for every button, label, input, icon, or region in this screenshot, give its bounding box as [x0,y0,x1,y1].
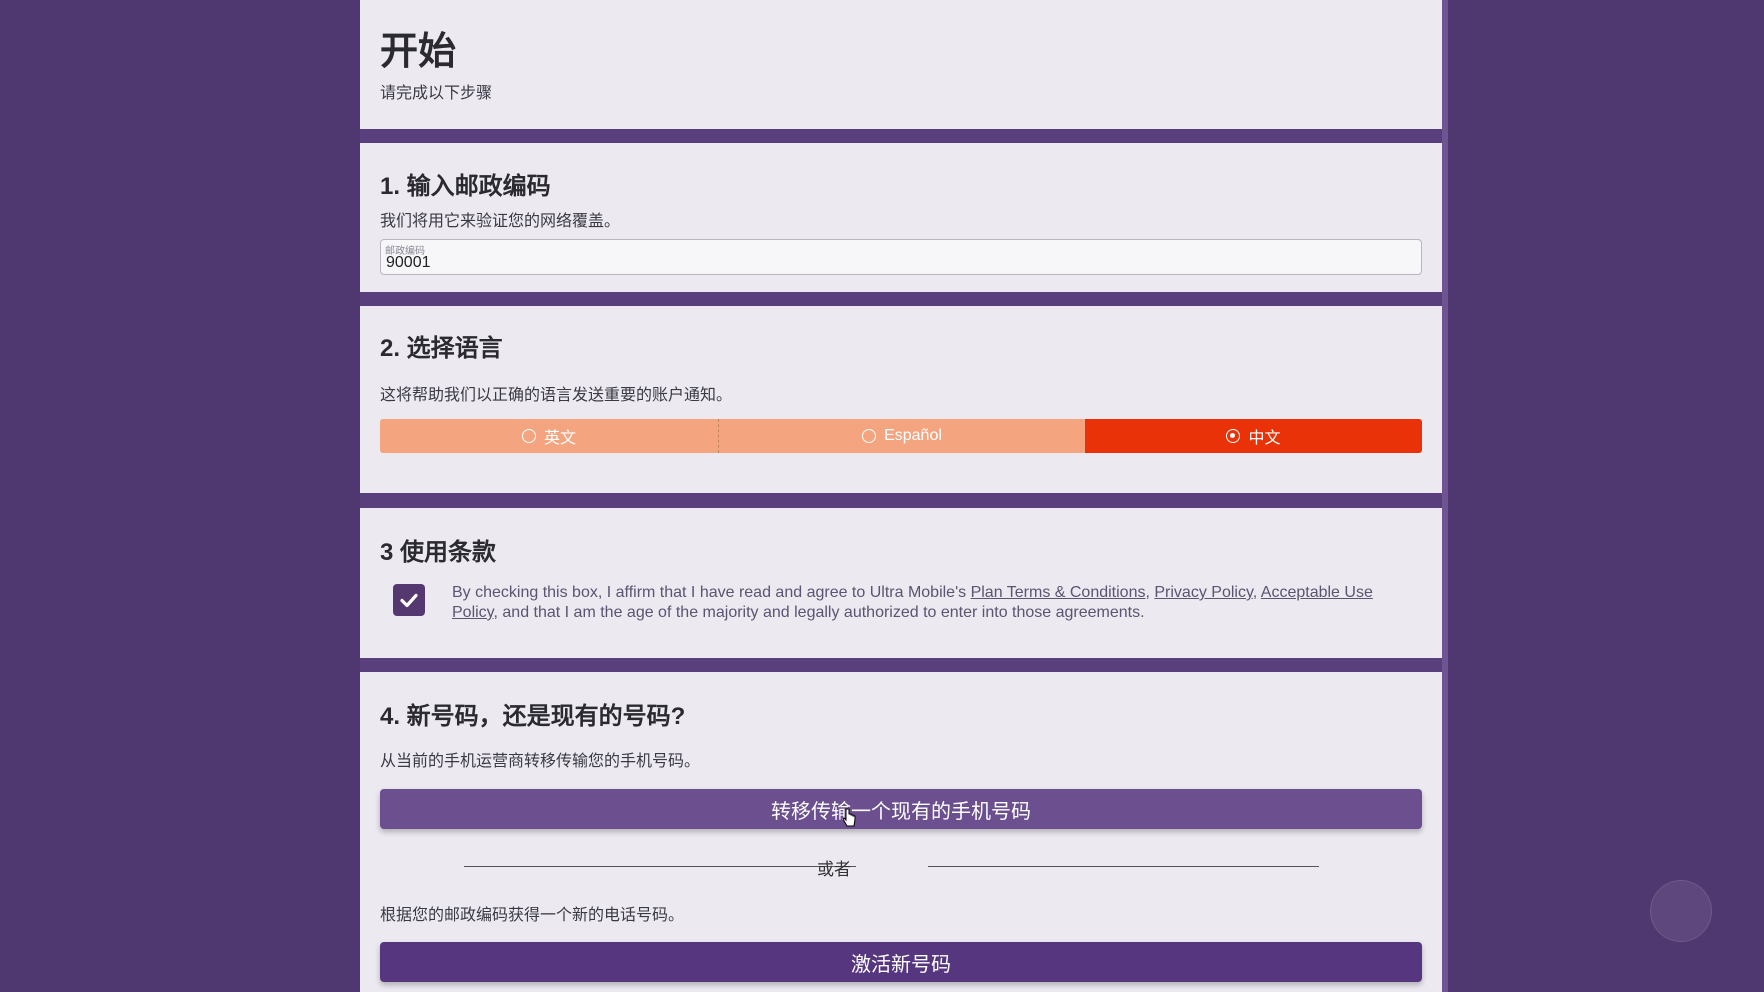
language-label: Español [884,427,942,444]
terms-text-part: , and that I am the age of the majority … [493,604,1145,621]
step3-card: 3 使用条款 By checking this box, I affirm th… [360,508,1442,658]
step4-title: 4. 新号码，还是现有的号码? [380,703,686,730]
step1-card: 1. 输入邮政编码 我们将用它来验证您的网络覆盖。 邮政编码 [360,143,1442,292]
floating-avatar [1650,880,1712,942]
step2-card: 2. 选择语言 这将帮助我们以正确的语言发送重要的账户通知。 英文 Españo… [360,306,1442,493]
radio-icon [521,429,536,443]
activate-new-number-button[interactable]: 激活新号码 [380,942,1422,982]
language-label: 英文 [543,430,576,447]
terms-text: By checking this box, I affirm that I ha… [452,583,1382,623]
plan-terms-link[interactable]: Plan Terms & Conditions [971,584,1146,601]
language-selector: 英文 Español 中文 [380,419,1422,453]
check-icon [400,593,418,608]
or-divider-right [928,866,1319,867]
zip-field[interactable]: 邮政编码 [380,239,1422,275]
step2-description: 这将帮助我们以正确的语言发送重要的账户通知。 [380,387,733,404]
transfer-description: 从当前的手机运营商转移传输您的手机号码。 [380,753,701,770]
language-label: 中文 [1248,430,1281,447]
column-edge [1442,0,1448,992]
form-container: 开始 请完成以下步骤 1. 输入邮政编码 我们将用它来验证您的网络覆盖。 邮政编… [360,0,1442,992]
privacy-policy-link[interactable]: Privacy Policy [1154,584,1252,601]
terms-checkbox[interactable] [393,584,425,616]
step4-card: 4. 新号码，还是现有的号码? 从当前的手机运营商转移传输您的手机号码。 转移传… [360,672,1442,992]
radio-selected-icon [1226,429,1241,443]
or-divider-left [464,866,856,867]
step1-title: 1. 输入邮政编码 [380,173,551,200]
zip-input[interactable] [386,254,1286,272]
terms-text-part: By checking this box, I affirm that I ha… [452,584,971,601]
language-option-spanish[interactable]: Español [719,419,1085,453]
transfer-number-button[interactable]: 转移传输一个现有的手机号码 [380,789,1422,829]
terms-separator: , [1252,584,1261,601]
page-subtitle: 请完成以下步骤 [380,85,493,102]
or-label: 或者 [817,860,851,879]
step2-title: 2. 选择语言 [380,335,503,362]
step1-description: 我们将用它来验证您的网络覆盖。 [380,213,621,230]
radio-icon [862,429,877,443]
language-option-chinese[interactable]: 中文 [1085,419,1422,453]
header-card: 开始 请完成以下步骤 [360,0,1442,129]
page-title: 开始 [380,31,457,73]
language-option-english[interactable]: 英文 [380,419,719,453]
new-number-description: 根据您的邮政编码获得一个新的电话号码。 [380,907,685,924]
step3-title: 3 使用条款 [380,539,497,566]
hand-pointer-icon [842,808,856,827]
